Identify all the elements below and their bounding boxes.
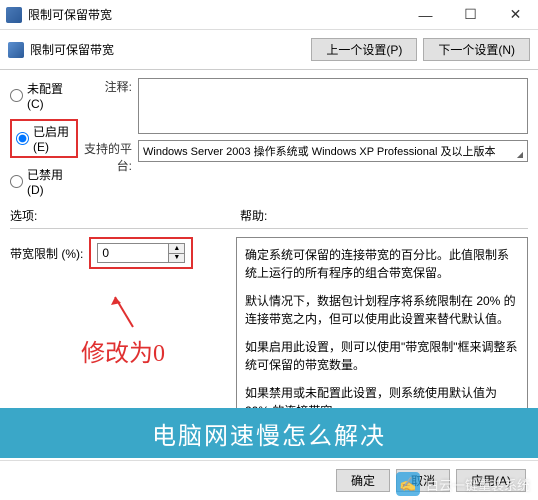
next-setting-button[interactable]: 下一个设置(N): [423, 38, 530, 61]
help-para: 如果启用此设置，则可以使用"带宽限制"框来调整系统可保留的带宽数量。: [245, 338, 519, 374]
radio-not-configured-input[interactable]: [10, 89, 23, 102]
toolbar-title: 限制可保留带宽: [30, 41, 114, 58]
platform-box: Windows Server 2003 操作系统或 Windows XP Pro…: [138, 140, 528, 162]
radio-not-configured-label: 未配置(C): [27, 80, 78, 111]
window-title: 限制可保留带宽: [28, 6, 403, 23]
enabled-highlight: 已启用(E): [10, 119, 78, 158]
divider: [10, 228, 528, 229]
annotation-text: 修改为0: [10, 333, 236, 368]
bandwidth-label: 带宽限制 (%):: [10, 245, 83, 262]
toolbar: 限制可保留带宽 上一个设置(P) 下一个设置(N): [0, 30, 538, 70]
bandwidth-spinner[interactable]: ▲ ▼: [97, 243, 185, 263]
watermark-brand: 白云一键重装系统: [426, 475, 530, 494]
radio-disabled-input[interactable]: [10, 175, 23, 188]
comment-textarea[interactable]: [138, 78, 528, 134]
comment-label: 注释:: [78, 78, 138, 134]
chevron-down-icon: ◢: [517, 150, 523, 159]
help-label: 帮助:: [240, 207, 267, 224]
options-label: 选项:: [10, 207, 240, 224]
bandwidth-highlight: ▲ ▼: [89, 237, 193, 269]
watermark-logo-icon: ✍: [396, 472, 420, 496]
overlay-banner: 电脑网速慢怎么解决: [0, 408, 538, 458]
bandwidth-input[interactable]: [98, 244, 168, 262]
spinner-up-icon[interactable]: ▲: [169, 244, 184, 254]
radio-not-configured[interactable]: 未配置(C): [10, 80, 78, 111]
policy-icon: [8, 42, 24, 58]
radio-enabled[interactable]: 已启用(E): [16, 123, 72, 154]
minimize-button[interactable]: —: [403, 0, 448, 30]
prev-setting-button[interactable]: 上一个设置(P): [311, 38, 417, 61]
watermark: ✍ 白云一键重装系统: [396, 472, 530, 496]
ok-button[interactable]: 确定: [336, 469, 390, 492]
annotation-arrow-icon: [103, 289, 143, 329]
radio-disabled-label: 已禁用(D): [27, 166, 78, 197]
banner-text: 电脑网速慢怎么解决: [152, 416, 386, 451]
help-para: 确定系统可保留的连接带宽的百分比。此值限制系统上运行的所有程序的组合带宽保留。: [245, 246, 519, 282]
config-radio-group: 未配置(C) 已启用(E) 已禁用(D): [10, 80, 78, 197]
radio-disabled[interactable]: 已禁用(D): [10, 166, 78, 197]
maximize-button[interactable]: ☐: [448, 0, 493, 30]
titlebar: 限制可保留带宽 — ☐ ✕: [0, 0, 538, 30]
radio-enabled-label: 已启用(E): [33, 123, 72, 154]
platform-label: 支持的平台:: [78, 140, 138, 174]
spinner-down-icon[interactable]: ▼: [169, 254, 184, 263]
radio-enabled-input[interactable]: [16, 132, 29, 145]
platform-text: Windows Server 2003 操作系统或 Windows XP Pro…: [143, 143, 496, 159]
app-icon: [6, 7, 22, 23]
close-button[interactable]: ✕: [493, 0, 538, 30]
annotation: 修改为0: [10, 289, 236, 368]
help-para: 默认情况下，数据包计划程序将系统限制在 20% 的连接带宽之内，但可以使用此设置…: [245, 292, 519, 328]
